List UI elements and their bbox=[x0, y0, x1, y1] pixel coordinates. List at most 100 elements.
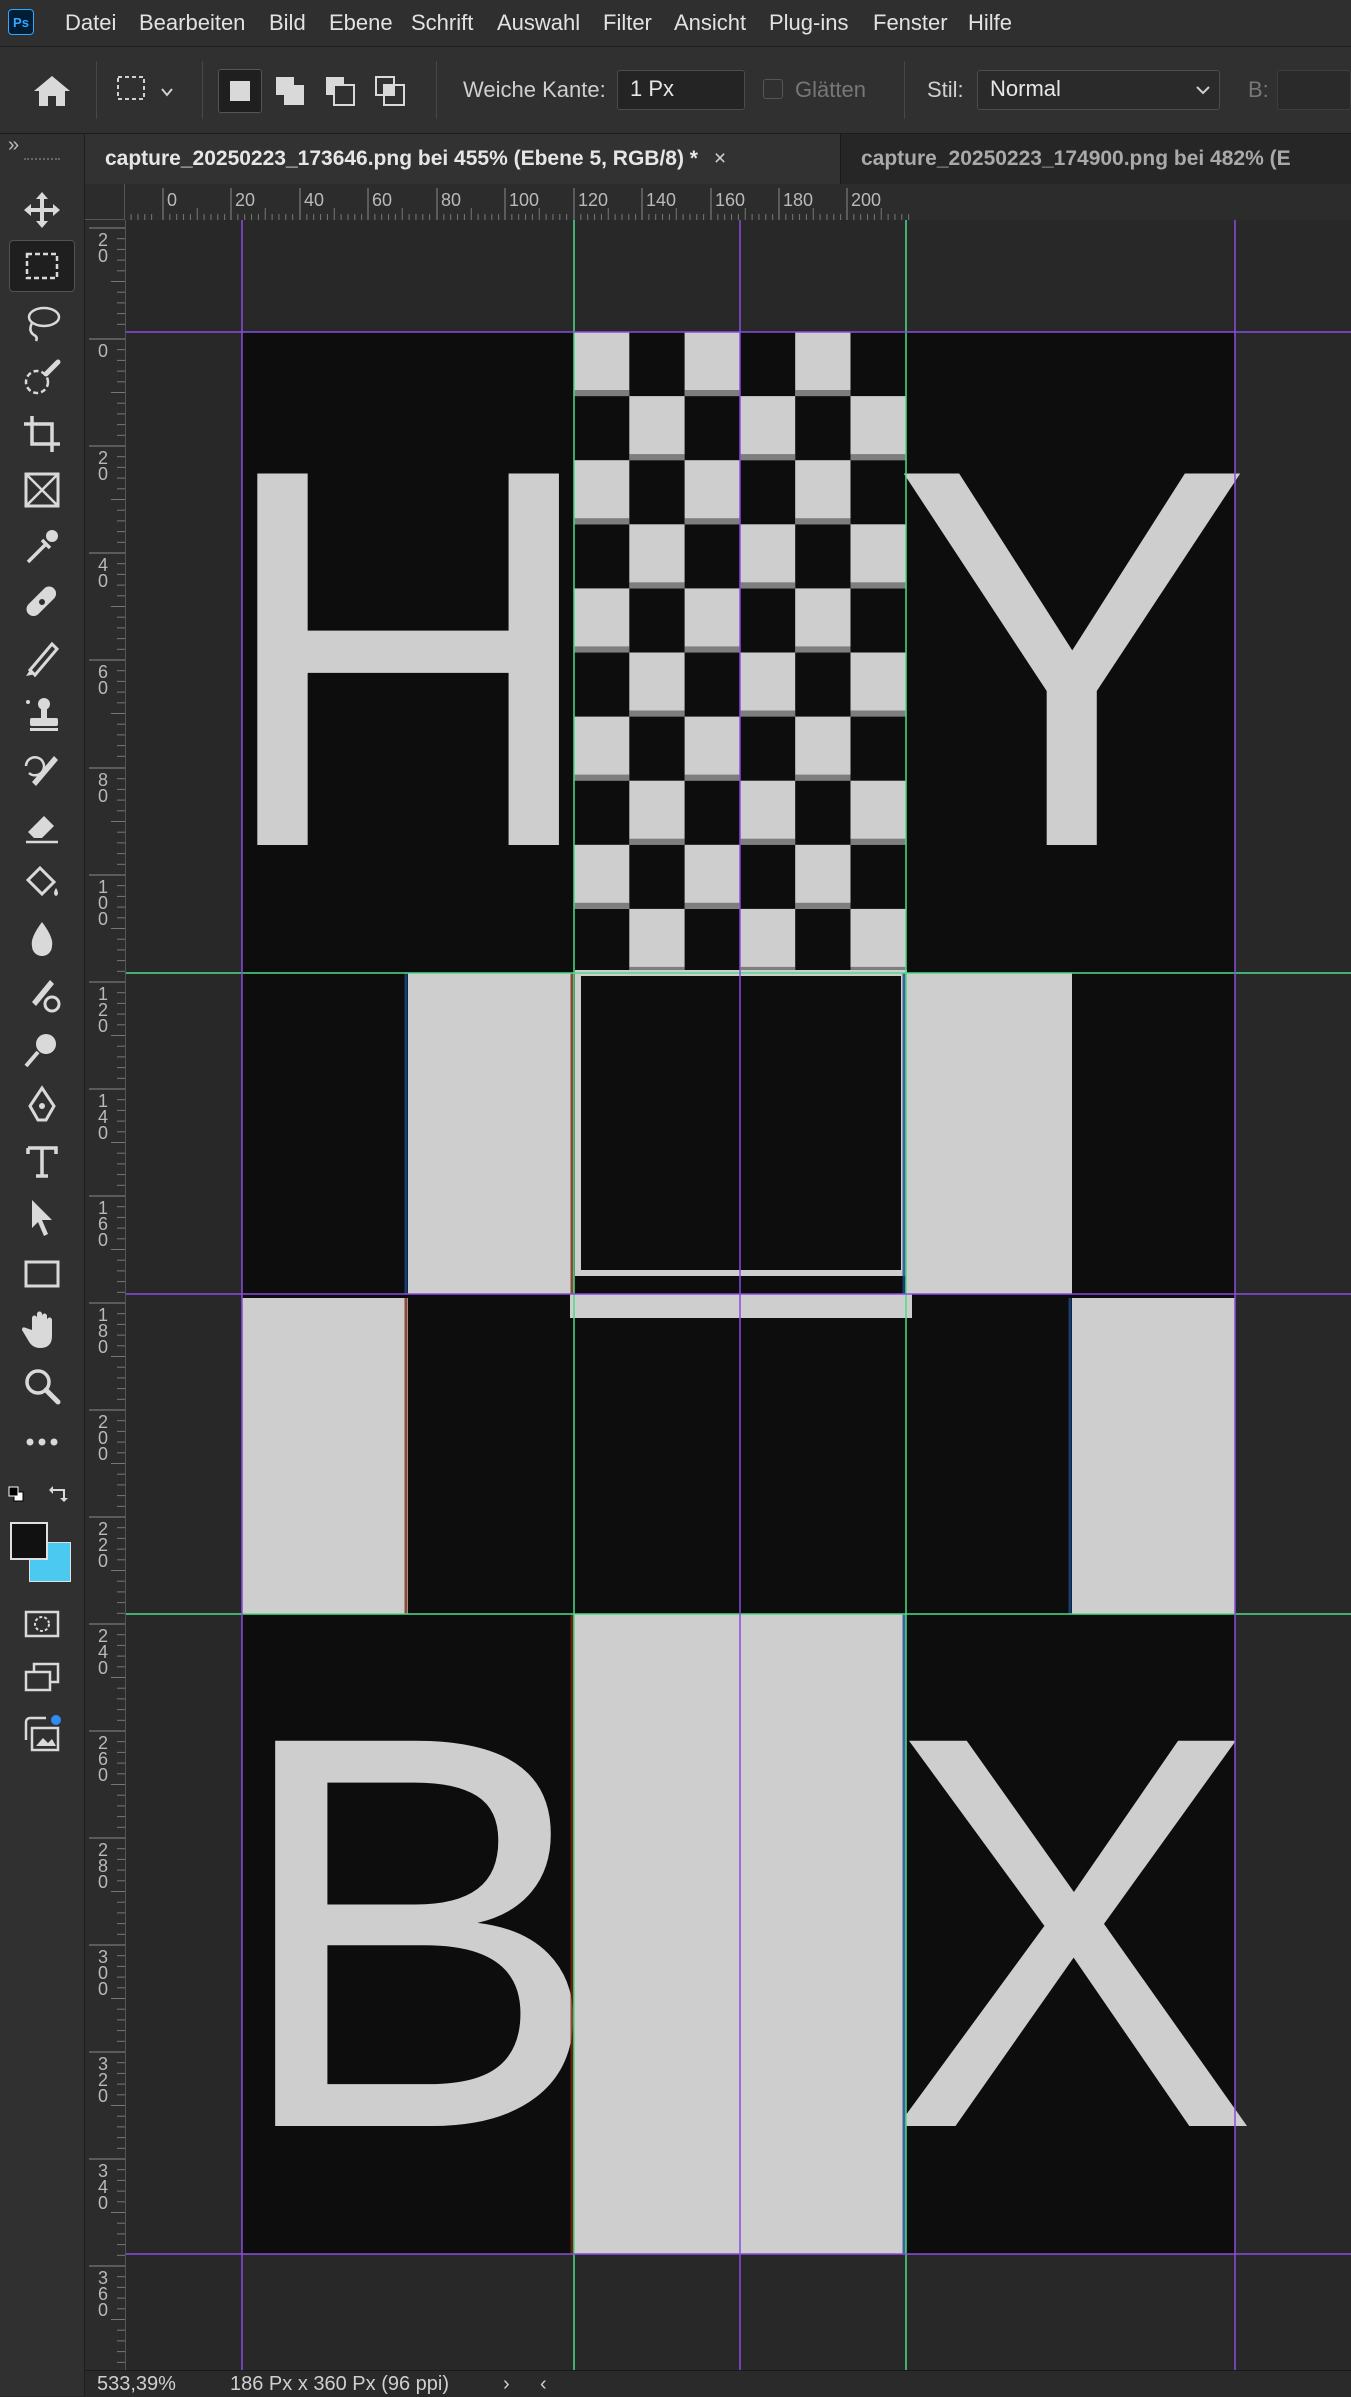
checker-shadow bbox=[684, 774, 740, 781]
status-prev-arrow[interactable]: ‹ bbox=[540, 2371, 547, 2397]
subtract-from-selection-icon[interactable] bbox=[318, 69, 362, 113]
feather-input[interactable]: 1 Px bbox=[617, 70, 745, 110]
checker-shadow bbox=[795, 774, 851, 781]
hand-tool-icon[interactable] bbox=[9, 1304, 75, 1356]
smudge-brush-tool-icon[interactable] bbox=[9, 968, 75, 1020]
home-icon[interactable] bbox=[28, 71, 76, 111]
rectangular-marquee-tool-icon[interactable] bbox=[9, 240, 75, 292]
horizontal-ruler[interactable]: 20020406080100120140160180200 bbox=[85, 184, 1351, 221]
menu-bearbeiten[interactable]: Bearbeiten bbox=[139, 0, 245, 46]
ruler-label: 0 bbox=[98, 1444, 108, 1464]
tool-preset-picker[interactable] bbox=[112, 71, 182, 111]
ruler-label: 0 bbox=[98, 1337, 108, 1357]
foreground-color-swatch[interactable] bbox=[10, 1522, 48, 1560]
antialias-checkbox[interactable] bbox=[763, 79, 783, 99]
menu-ebene[interactable]: Ebene bbox=[329, 0, 393, 46]
menu-auswahl[interactable]: Auswahl bbox=[497, 0, 580, 46]
ruler-label: 0 bbox=[98, 678, 108, 698]
tab-label: capture_20250223_174900.png bei 482% (E bbox=[861, 147, 1291, 170]
spot-healing-brush-tool-icon[interactable] bbox=[9, 576, 75, 628]
swap-colors-icon[interactable] bbox=[48, 1484, 70, 1504]
generative-fill-icon[interactable] bbox=[9, 1708, 75, 1760]
vertical-ruler-ticks: 2002040608010012014016018020022024026028… bbox=[89, 227, 125, 2363]
collapse-toolbar-button[interactable]: » bbox=[8, 134, 19, 157]
dodge-tool-icon[interactable] bbox=[9, 1024, 75, 1076]
add-to-selection-icon[interactable] bbox=[268, 69, 312, 113]
ruler-label: 60 bbox=[372, 190, 392, 210]
zoom-level[interactable]: 533,39% bbox=[97, 2371, 176, 2397]
toolbar-grip[interactable] bbox=[24, 158, 60, 164]
menu-bar: Ps Datei Bearbeiten Bild Ebene Schrift A… bbox=[0, 0, 1351, 47]
ruler-label: 0 bbox=[98, 464, 108, 484]
vertical-ruler[interactable]: 2002040608010012014016018020022024026028… bbox=[85, 220, 126, 2370]
menu-datei[interactable]: Datei bbox=[65, 0, 116, 46]
menu-hilfe[interactable]: Hilfe bbox=[968, 0, 1012, 46]
default-colors-icon[interactable] bbox=[8, 1486, 24, 1502]
checker-cell bbox=[684, 588, 740, 653]
letter-b: B bbox=[229, 1619, 603, 2245]
lasso-tool-icon[interactable] bbox=[9, 296, 75, 348]
quick-selection-tool-icon[interactable] bbox=[9, 352, 75, 404]
checker-cell bbox=[629, 652, 685, 717]
ruler-label: 0 bbox=[98, 246, 108, 266]
menu-fenster[interactable]: Fenster bbox=[873, 0, 948, 46]
menu-bild[interactable]: Bild bbox=[269, 0, 306, 46]
checker-shadow bbox=[795, 902, 851, 909]
path-selection-tool-icon[interactable] bbox=[9, 1192, 75, 1244]
ruler-label: 0 bbox=[98, 786, 108, 806]
pen-tool-icon[interactable] bbox=[9, 1080, 75, 1132]
rectangle-tool-icon[interactable] bbox=[9, 1248, 75, 1300]
checker-cell bbox=[739, 908, 796, 973]
menu-schrift[interactable]: Schrift bbox=[411, 0, 473, 46]
eraser-tool-icon[interactable] bbox=[9, 800, 75, 852]
type-tool-icon[interactable] bbox=[9, 1136, 75, 1188]
checker-cell bbox=[795, 844, 851, 909]
eyedropper-tool-icon[interactable] bbox=[9, 520, 75, 572]
menu-plugins[interactable]: Plug-ins bbox=[769, 0, 848, 46]
frame-tool-icon[interactable] bbox=[9, 464, 75, 516]
style-select[interactable]: Normal bbox=[977, 70, 1220, 110]
tab-capture-173646[interactable]: capture_20250223_173646.png bei 455% (Eb… bbox=[85, 134, 841, 184]
checker-cell bbox=[684, 460, 740, 525]
light-block bbox=[408, 973, 574, 1294]
document-canvas[interactable]: H Y B X bbox=[126, 220, 1351, 2370]
width-label: B: bbox=[1248, 77, 1269, 102]
brush-tool-icon[interactable] bbox=[9, 632, 75, 684]
ruler-origin[interactable] bbox=[85, 184, 125, 220]
status-bar: 533,39% 186 Px x 360 Px (96 ppi) › ‹ bbox=[85, 2370, 1351, 2397]
checker-shadow bbox=[795, 518, 851, 525]
style-select-value: Normal bbox=[990, 76, 1061, 101]
ruler-label: 100 bbox=[509, 190, 539, 210]
width-input[interactable] bbox=[1277, 70, 1351, 110]
more-tools-icon[interactable] bbox=[9, 1416, 75, 1468]
canvas-area[interactable]: HY BX bbox=[126, 220, 1351, 2370]
checker-shadow bbox=[684, 646, 740, 653]
checker-shadow bbox=[684, 390, 740, 396]
zoom-tool-icon[interactable] bbox=[9, 1360, 75, 1412]
ruler-label: 80 bbox=[441, 190, 461, 210]
crop-tool-icon[interactable] bbox=[9, 408, 75, 460]
paint-bucket-tool-icon[interactable] bbox=[9, 856, 75, 908]
checker-cell bbox=[795, 716, 851, 781]
ruler-label: 160 bbox=[715, 190, 745, 210]
light-block bbox=[242, 1298, 408, 1614]
screen-mode-icon[interactable] bbox=[9, 1652, 75, 1704]
blur-tool-icon[interactable] bbox=[9, 912, 75, 964]
ruler-label: 0 bbox=[98, 341, 108, 361]
menu-ansicht[interactable]: Ansicht bbox=[674, 0, 746, 46]
checker-shadow bbox=[795, 646, 851, 653]
new-selection-icon[interactable] bbox=[218, 69, 262, 113]
checker-shadow bbox=[629, 838, 685, 845]
tab-capture-174900[interactable]: capture_20250223_174900.png bei 482% (E bbox=[841, 134, 1351, 184]
intersect-selection-icon[interactable] bbox=[368, 69, 412, 113]
close-icon[interactable]: × bbox=[714, 147, 726, 170]
history-brush-tool-icon[interactable] bbox=[9, 744, 75, 796]
quick-mask-icon[interactable] bbox=[9, 1598, 75, 1650]
move-tool-icon[interactable] bbox=[9, 184, 75, 236]
clone-stamp-tool-icon[interactable] bbox=[9, 688, 75, 740]
status-next-arrow[interactable]: › bbox=[503, 2371, 510, 2397]
menu-filter[interactable]: Filter bbox=[603, 0, 652, 46]
light-block bbox=[1072, 1298, 1235, 1614]
checker-shadow bbox=[795, 390, 851, 396]
photoshop-logo[interactable]: Ps bbox=[8, 9, 34, 35]
